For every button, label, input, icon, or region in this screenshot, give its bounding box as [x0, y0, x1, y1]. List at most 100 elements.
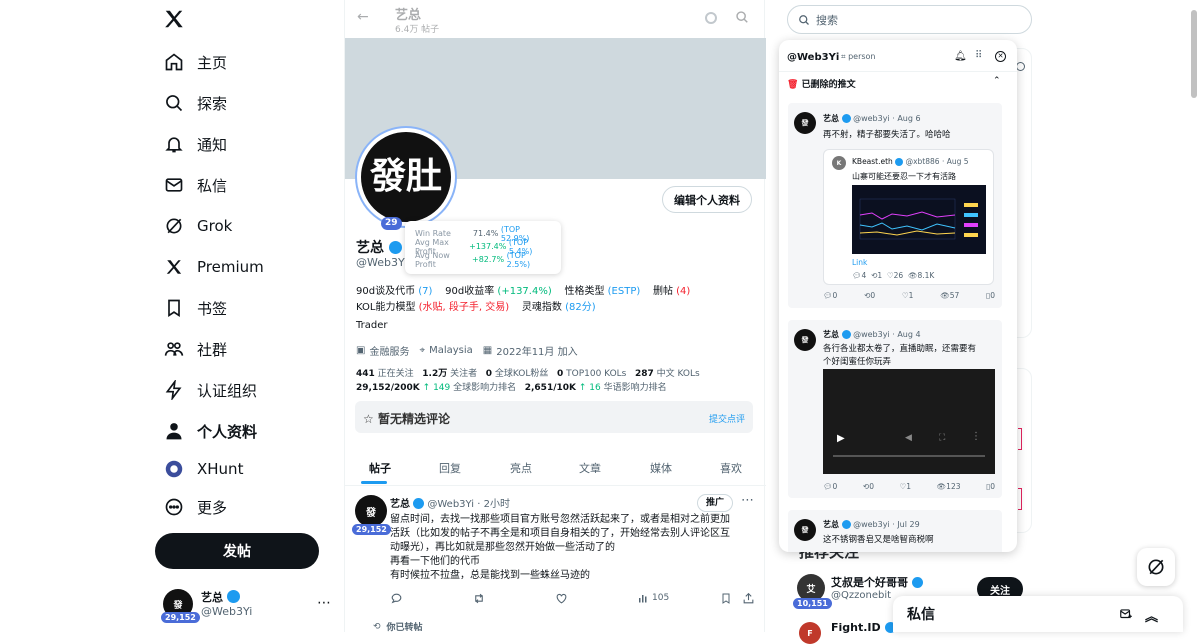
profile-topbar: ← 艺总 6.4万 帖子 [345, 0, 766, 38]
tweet-text: 这不锈钢香皂又是啥智商税啊 [823, 535, 934, 545]
nav-item-verified-orgs[interactable]: 认证组织 [155, 372, 335, 408]
more-dots-icon[interactable]: ⋯ [741, 493, 754, 508]
quoted-tweet[interactable]: K KBeast.eth @xbt886 · Aug 5 山寨可能还要忍一下才有… [823, 149, 994, 285]
more-dots-icon[interactable]: ⋯ [317, 595, 331, 611]
profile-bio: Trader [356, 320, 388, 331]
avatar: 發 [794, 112, 816, 134]
tag-icon: ⌗ [841, 52, 846, 61]
nav-item-profile[interactable]: 个人资料 [155, 413, 335, 449]
grok-icon [1146, 557, 1166, 577]
quote-link[interactable]: Link [852, 258, 867, 267]
verified-icon [388, 241, 402, 254]
more-circle-icon [163, 496, 185, 518]
volume-icon[interactable]: ◀︎ [905, 433, 912, 443]
deleted-tweet-card[interactable]: 發 艺总 @web3yi · Aug 4 各行各业都太卷了，直播助眠，还需要有 … [788, 320, 1002, 498]
edit-profile-button[interactable]: 编辑个人资料 [662, 186, 752, 213]
video-player[interactable]: ▶ ◀︎ ⛶ ⋮ [823, 369, 995, 474]
promote-button[interactable]: 推广 [697, 494, 734, 512]
tweet-author[interactable]: 艺总 [390, 499, 410, 510]
location-icon: ⌖ [419, 345, 426, 356]
nav-label: 探索 [197, 94, 228, 113]
submit-review-link[interactable]: 提交点评 [709, 412, 745, 425]
profile-name: 艺总 [356, 240, 384, 256]
xhunt-model-row: KOL能力模型 (水贴, 段子手, 交易) 灵魂指数 (82分) [356, 302, 596, 313]
tab-replies[interactable]: 回复 [439, 460, 461, 476]
panel-handle: @Web3Yi [787, 52, 840, 63]
deleted-tweet-card[interactable]: 發 艺总 @web3yi · Aug 6 再不射，精子都要失活了。哈哈哈 K K… [788, 103, 1002, 308]
views-stat[interactable]: 105 [637, 592, 669, 604]
avatar: 發 [794, 519, 816, 541]
tweet-time[interactable]: · 2小时 [477, 499, 510, 510]
nav-item-bookmarks[interactable]: 书签 [155, 290, 335, 326]
account-switcher[interactable]: 發 29,152 艺总 @Web3Yi ⋯ [161, 587, 343, 629]
nav-item-premium[interactable]: Premium [155, 249, 335, 285]
reply-icon[interactable] [390, 592, 403, 605]
close-icon[interactable]: ✕ [995, 51, 1006, 62]
nav-label: 更多 [197, 498, 228, 517]
featured-comments-title: 暂无精选评论 [377, 412, 450, 426]
verified-icon [841, 114, 851, 123]
search-icon[interactable] [735, 10, 749, 24]
profile-column: ← 艺总 6.4万 帖子 發肚 29 编辑个人资料 艺总 @Web3Yi Win… [344, 0, 766, 633]
refresh-icon[interactable] [705, 12, 717, 24]
more-dots-icon[interactable]: ⋮ [971, 431, 981, 442]
avatar[interactable]: 發 [355, 495, 387, 527]
nav-item-xhunt[interactable]: XHunt [155, 451, 335, 487]
rank-badge: 29,152 [161, 612, 200, 623]
nav-label: XHunt [197, 460, 244, 478]
rank-badge: 29,152 [352, 524, 391, 535]
chart-image[interactable] [852, 185, 986, 254]
x-logo-icon[interactable] [163, 8, 189, 34]
suggested-handle: @Qzzonebit [831, 590, 892, 601]
nav-item-explore[interactable]: 探索 [155, 85, 335, 121]
profile-avatar[interactable]: 發肚 [357, 128, 455, 226]
back-arrow-icon[interactable]: ← [357, 9, 369, 25]
verified-icon [841, 330, 851, 339]
tab-articles[interactable]: 文章 [579, 460, 601, 476]
profile-meta: ▣ 金融服务 ⌖ Malaysia ▦ 2022年11月 加入 [356, 345, 578, 358]
nav-label: 社群 [197, 340, 228, 359]
nav-item-communities[interactable]: 社群 [155, 331, 335, 367]
tweet-handle[interactable]: @Web3Yi [427, 499, 474, 510]
bookmark-icon[interactable] [720, 592, 732, 605]
grok-fab[interactable] [1137, 548, 1175, 586]
drag-handle-icon[interactable]: ⠿ [975, 50, 982, 61]
retweet-icon[interactable] [472, 592, 486, 605]
tab-posts[interactable]: 帖子 [369, 460, 391, 476]
reply-stat: 💬︎0 [823, 291, 838, 300]
calendar-icon: ▦ [482, 345, 493, 356]
tab-likes[interactable]: 喜欢 [720, 460, 742, 476]
deleted-tweet-card[interactable]: 發 艺总 @web3yi · Jul 29 这不锈钢香皂又是啥智商税啊 [788, 510, 1002, 552]
post-button[interactable]: 发帖 [155, 533, 319, 569]
tweet-stats: 💬︎0 ⟲0 ♡1 👁︎57 ▯0 [823, 291, 995, 300]
like-icon[interactable] [555, 592, 568, 605]
views-stat: 👁︎123 [936, 482, 961, 491]
nav-item-messages[interactable]: 私信 [155, 167, 335, 203]
scrollbar[interactable] [1191, 10, 1197, 98]
avatar: K [832, 156, 846, 170]
messages-drawer[interactable]: 私信 ︽ [893, 596, 1183, 632]
bell-icon[interactable]: 🔔︎ [954, 51, 967, 62]
reply-stat: 💬︎0 [823, 482, 838, 491]
search-icon [163, 92, 185, 114]
tab-indicator [361, 481, 387, 484]
header-name: 艺总 [395, 8, 422, 23]
nav-label: Grok [197, 217, 233, 235]
play-icon[interactable]: ▶ [837, 433, 845, 444]
tab-highlights[interactable]: 亮点 [510, 460, 532, 476]
tab-media[interactable]: 媒体 [650, 460, 672, 476]
nav-label: 私信 [197, 176, 228, 195]
nav-item-notifications[interactable]: 通知 [155, 126, 335, 162]
share-icon[interactable] [742, 592, 755, 605]
chevron-up-icon[interactable]: ⌃ [993, 76, 1001, 86]
nav-item-more[interactable]: 更多 [155, 489, 335, 525]
nav-item-home[interactable]: 主页 [155, 44, 335, 80]
fullscreen-icon[interactable]: ⛶ [939, 433, 945, 443]
tweet[interactable]: 發 29,152 艺总 @Web3Yi · 2小时 推广 ⋯ 留点时间，去找一找… [345, 487, 766, 633]
collapse-icon[interactable]: ︽ [1145, 606, 1158, 625]
search-input[interactable]: 搜索 [787, 5, 1032, 34]
new-message-icon[interactable] [1119, 607, 1133, 621]
nav-item-grok[interactable]: Grok [155, 208, 335, 244]
video-progress[interactable] [833, 455, 985, 457]
nav-label: 通知 [197, 135, 228, 154]
